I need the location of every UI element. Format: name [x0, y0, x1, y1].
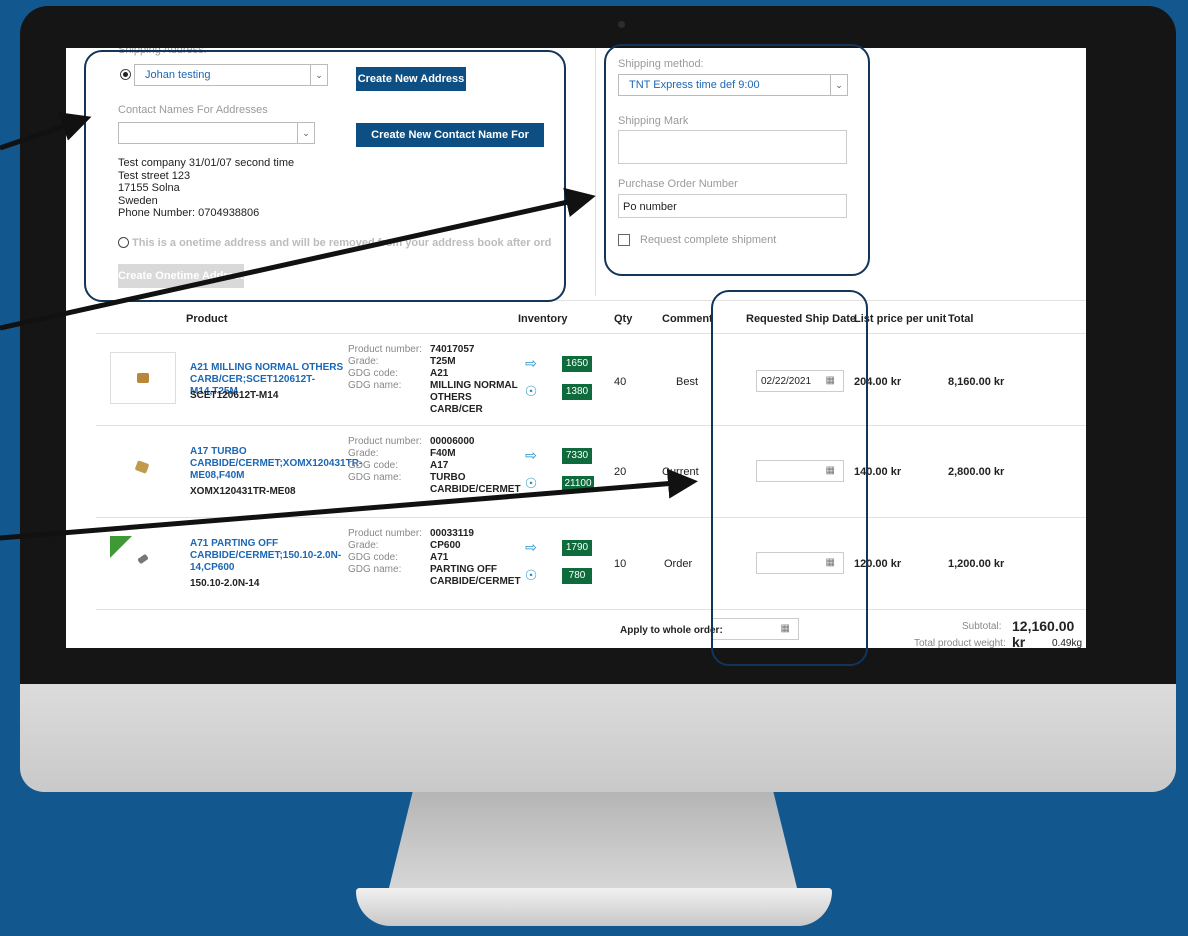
annotation-arrows	[0, 112, 698, 541]
arrow-to-po-number	[0, 187, 596, 331]
arrow-to-ship-date	[0, 468, 698, 541]
arrow-to-address	[0, 112, 92, 151]
